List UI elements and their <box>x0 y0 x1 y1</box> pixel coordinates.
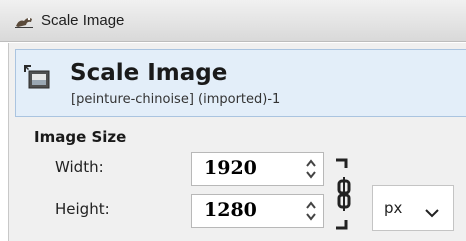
width-label: Width: <box>55 158 104 176</box>
chevron-down-icon[interactable] <box>425 203 439 222</box>
height-value[interactable]: 1280 <box>204 199 257 221</box>
image-size-heading: Image Size <box>34 128 127 146</box>
chain-link-icon[interactable] <box>332 158 358 236</box>
height-label: Height: <box>55 200 110 218</box>
dialog-title: Scale Image <box>70 60 228 86</box>
image-name-subtitle: [peinture-chinoise] (imported)-1 <box>71 92 281 107</box>
height-stepper-arrows[interactable] <box>305 199 317 223</box>
width-spinbutton[interactable]: 1920 <box>191 152 324 186</box>
dialog-header: Scale Image [peinture-chinoise] (importe… <box>15 49 466 117</box>
unit-dropdown[interactable]: px <box>372 185 454 231</box>
scale-image-icon <box>23 64 51 94</box>
width-stepper-arrows[interactable] <box>305 157 317 181</box>
width-value[interactable]: 1920 <box>204 157 257 179</box>
gimp-wilber-icon <box>14 13 34 29</box>
window-title: Scale Image <box>41 12 125 29</box>
height-spinbutton[interactable]: 1280 <box>191 194 324 228</box>
window-titlebar[interactable]: Scale Image <box>0 0 466 42</box>
unit-selected-value: px <box>384 199 403 217</box>
